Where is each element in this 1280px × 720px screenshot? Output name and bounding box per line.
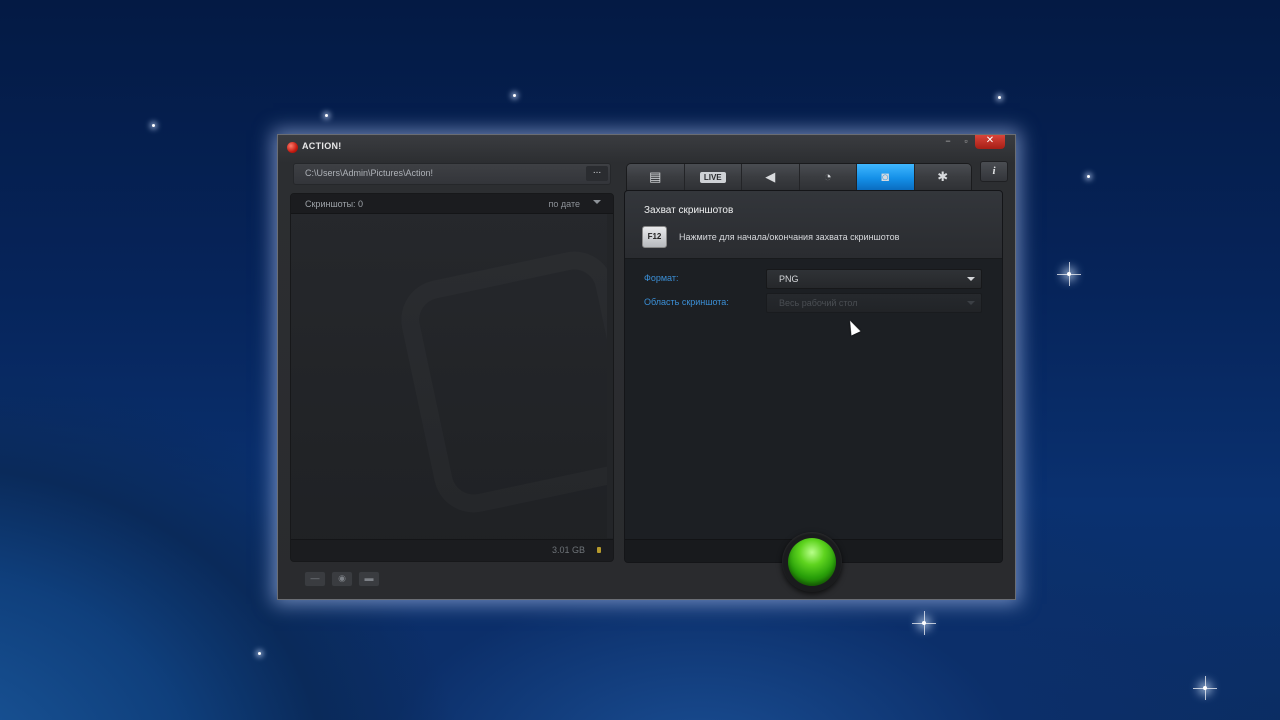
screenshot-list[interactable]: Скриншоты: 0 по дате 3.01 GB (290, 193, 614, 562)
chevron-down-icon[interactable] (593, 200, 601, 204)
section-title: Захват скриншотов (644, 205, 734, 216)
format-label: Формат: (644, 273, 679, 283)
hotkey-hint: Нажмите для начала/окончания захвата скр… (679, 232, 900, 242)
list-footer: 3.01 GB (291, 539, 613, 561)
browse-path-button[interactable]: ... (586, 166, 608, 181)
tab-screenshot[interactable]: ◙ (857, 164, 915, 190)
delete-button[interactable]: — (304, 571, 326, 587)
tab-live[interactable]: LIVE (684, 164, 742, 190)
tab-audio[interactable]: ◀ (742, 164, 800, 190)
disk-icon (597, 547, 601, 553)
list-header: Скриншоты: 0 по дате (291, 194, 613, 214)
tab-benchmark[interactable]: ◔ (799, 164, 857, 190)
window-title: ACTION! (302, 141, 342, 151)
info-button[interactable]: i (980, 161, 1008, 182)
area-select[interactable]: Весь рабочий стол (766, 293, 982, 313)
screenshot-settings-panel: Захват скриншотов F12 Нажмите для начала… (624, 190, 1003, 563)
list-scrollbar[interactable] (607, 214, 613, 538)
open-folder-button[interactable]: ▬ (358, 571, 380, 587)
minimize-button[interactable]: − (939, 135, 957, 149)
gear-icon: ✱ (937, 169, 949, 184)
camera-icon: ◙ (881, 169, 890, 184)
live-label: LIVE (699, 172, 726, 184)
star (325, 114, 328, 117)
sort-dropdown[interactable]: по дате (549, 199, 580, 209)
speaker-icon: ◀ (765, 169, 776, 184)
star (513, 94, 516, 97)
tab-video[interactable]: ▤ (627, 164, 685, 190)
star (258, 652, 261, 655)
star (912, 611, 936, 635)
format-value: PNG (779, 274, 799, 284)
view-button[interactable]: ◉ (331, 571, 353, 587)
save-path-text: C:\Users\Admin\Pictures\Action! (305, 168, 434, 178)
screenshots-count: Скриншоты: 0 (305, 199, 364, 209)
hotkey-button[interactable]: F12 (642, 226, 667, 248)
stopwatch-icon: ◔ (823, 169, 832, 184)
star (1057, 262, 1081, 286)
star (1193, 676, 1217, 700)
area-label: Область скриншота: (644, 297, 729, 307)
chevron-down-icon (967, 301, 975, 305)
format-select[interactable]: PNG (766, 269, 982, 289)
app-logo-icon (287, 142, 298, 153)
maximize-button[interactable]: ▫ (957, 135, 975, 149)
settings-header: Захват скриншотов F12 Нажмите для начала… (625, 191, 1002, 259)
star (152, 124, 155, 127)
star (1087, 175, 1090, 178)
film-icon: ▤ (649, 169, 662, 184)
main-tabs: ▤ LIVE ◀ ◔ ◙ ✱ (626, 163, 972, 191)
title-bar[interactable]: ACTION! − ▫ ✕ (278, 135, 1015, 157)
tab-settings[interactable]: ✱ (914, 164, 971, 190)
record-button[interactable] (788, 538, 836, 586)
action-window: ACTION! − ▫ ✕ C:\Users\Admin\Pictures\Ac… (277, 134, 1016, 600)
disk-free-space: 3.01 GB (551, 545, 585, 555)
close-button[interactable]: ✕ (975, 135, 1005, 149)
logo-watermark-icon (394, 244, 613, 520)
star (998, 96, 1001, 99)
chevron-down-icon (967, 277, 975, 281)
record-button-frame (782, 532, 842, 592)
save-path-field[interactable]: C:\Users\Admin\Pictures\Action! ... (293, 163, 611, 185)
area-value: Весь рабочий стол (779, 298, 858, 308)
